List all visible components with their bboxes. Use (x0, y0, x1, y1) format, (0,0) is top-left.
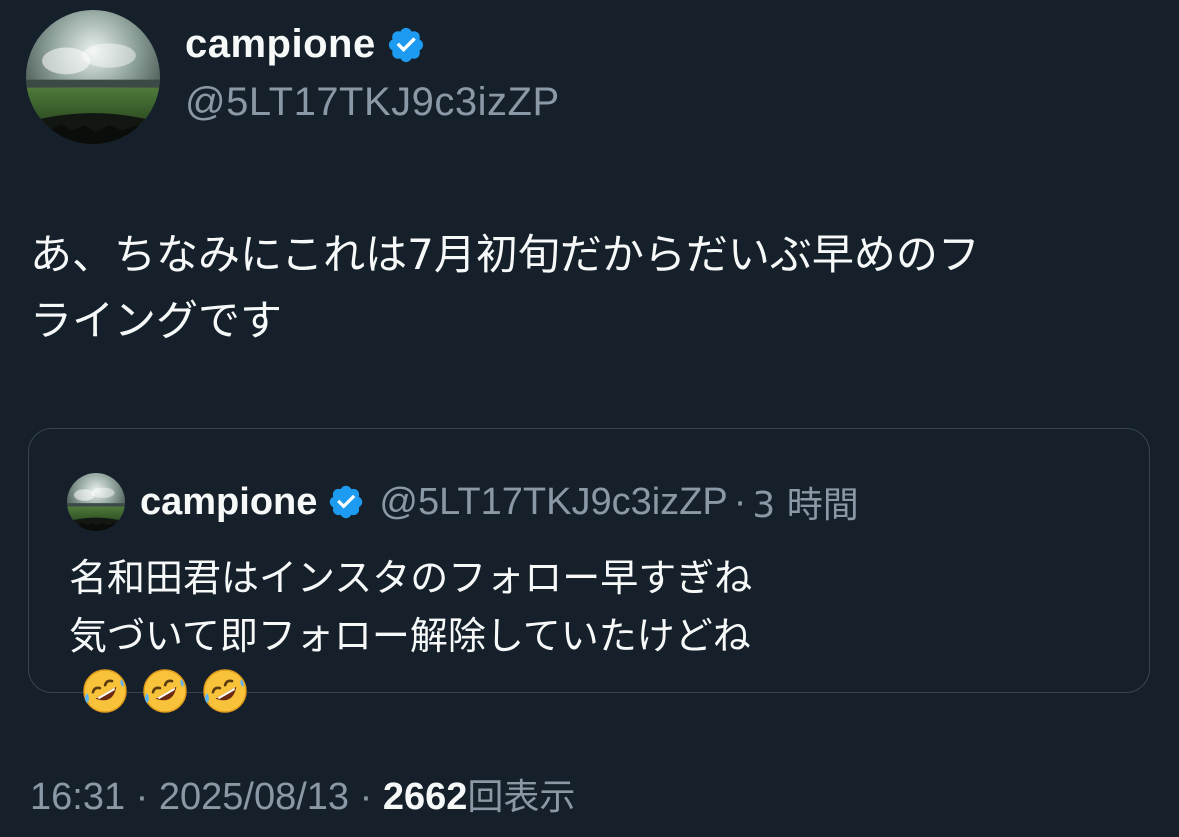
tweet-detail: campione @5LT17TKJ9c3izZP あ、ちなみにこれは7月初旬だ… (0, 0, 1179, 837)
quoted-tweet-header: campione @5LT17TKJ9c3izZP · 3 時間 (67, 473, 859, 531)
quoted-author-handle[interactable]: @5LT17TKJ9c3izZP (379, 481, 727, 524)
quoted-text-line: 気づいて即フォロー解除していたけどね (69, 607, 1129, 723)
quoted-tweet-time[interactable]: 3 時間 (752, 476, 858, 528)
quoted-text-line-content: 気づいて即フォロー解除していたけどね (69, 614, 751, 658)
verified-badge-icon[interactable] (386, 25, 426, 65)
tweet-text-line: ライングです (30, 296, 283, 345)
tweet-date[interactable]: 2025/08/13 (159, 776, 349, 818)
tweet-meta: 16:31 · 2025/08/13 · 2662回表示 (30, 768, 575, 820)
author-name-row[interactable]: campione (185, 22, 426, 67)
quoted-author-display-name[interactable]: campione (140, 481, 317, 524)
quoted-author-avatar[interactable] (67, 473, 125, 531)
tweet-text-line: あ、ちなみにこれは7月初旬だからだいぶ早めのフ (30, 230, 980, 279)
author-avatar[interactable] (26, 10, 160, 144)
tweet-text: あ、ちなみにこれは7月初旬だからだいぶ早めのフ ライングです (30, 222, 1130, 354)
views-label: 回表示 (467, 777, 576, 818)
views-count[interactable]: 2662 (383, 776, 468, 818)
quoted-tweet-card[interactable]: campione @5LT17TKJ9c3izZP · 3 時間 名和田君はイン… (28, 428, 1150, 693)
quoted-text-line: 名和田君はインスタのフォロー早すぎね (69, 556, 753, 600)
separator-dot: · (349, 776, 383, 818)
rofl-emoji-icon (201, 667, 249, 715)
quoted-tweet-text: 名和田君はインスタのフォロー早すぎね 気づいて即フォロー解除していたけどね (69, 549, 1129, 723)
stadium-avatar-image (26, 10, 160, 144)
author-handle[interactable]: @5LT17TKJ9c3izZP (185, 80, 560, 125)
rofl-emoji-icon (81, 667, 129, 715)
separator-dot: · (125, 776, 159, 818)
rofl-emoji-icon (141, 667, 189, 715)
verified-badge-icon[interactable] (327, 483, 365, 521)
author-display-name[interactable]: campione (185, 22, 376, 67)
stadium-avatar-image (67, 473, 125, 531)
separator-dot: · (733, 480, 747, 523)
tweet-time[interactable]: 16:31 (30, 776, 125, 818)
